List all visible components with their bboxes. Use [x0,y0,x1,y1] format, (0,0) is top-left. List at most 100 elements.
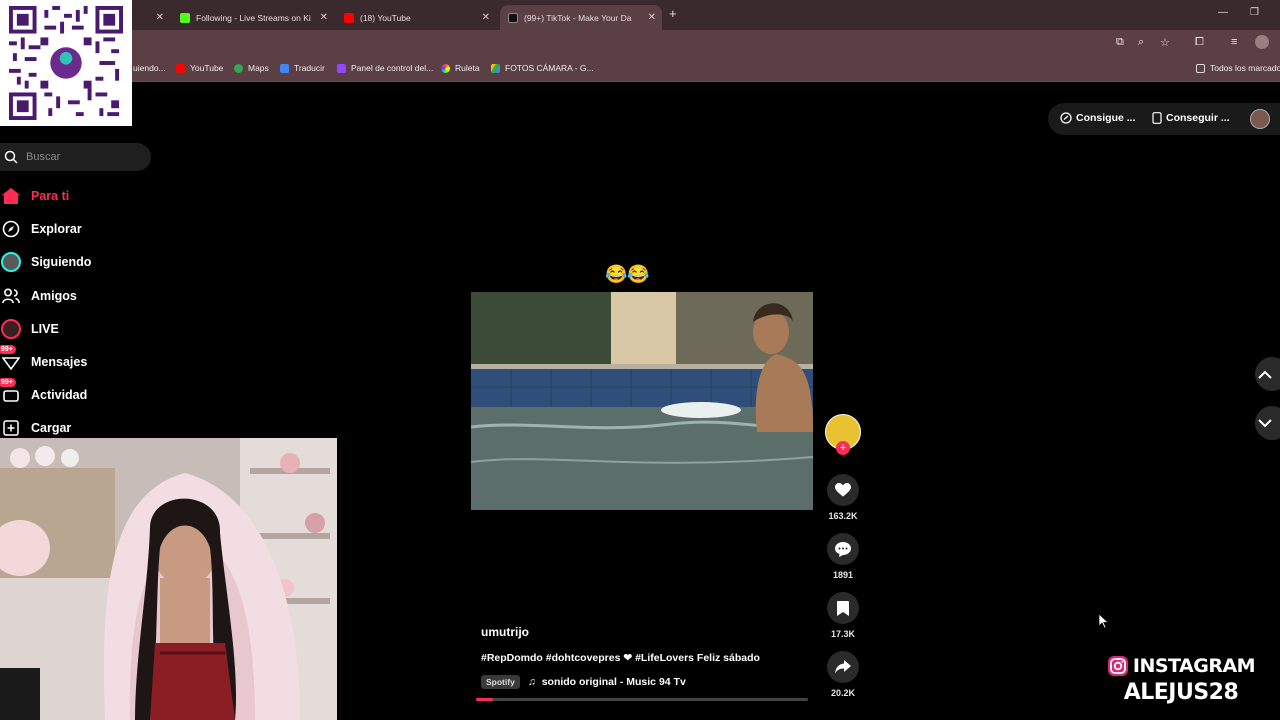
chevron-down-icon [1258,418,1272,427]
search-icon [4,150,18,164]
bookmark-maps[interactable]: Maps [234,63,269,73]
video-frame [471,292,813,510]
notification-badge: 99+ [0,345,16,354]
comment-icon [827,533,859,565]
profile-avatar[interactable] [1250,109,1270,129]
tab-kick[interactable]: Following - Live Streams on Ki ✕ [172,5,334,30]
tab-partial[interactable]: ✕ [130,5,170,30]
tab-title: (18) YouTube [360,12,411,23]
kick-icon [180,12,190,23]
sidebar-item-label: Explorar [31,222,82,236]
drive-icon [491,63,500,73]
sidebar-item-mensajes[interactable]: 99+ Mensajes [0,345,87,374]
sidebar-item-actividad[interactable]: 99+ Actividad [0,378,88,407]
tab-youtube[interactable]: (18) YouTube ✕ [336,5,496,30]
translate-icon [280,63,289,73]
friends-icon [0,285,22,307]
music-note-icon: ♫ [527,676,536,688]
yape-qr-code [0,0,132,126]
install-icon[interactable]: ⧉ [1116,36,1124,49]
tiktok-icon [508,12,518,23]
creator-avatar[interactable]: + [824,414,862,455]
streamer-webcam [0,438,337,720]
messages-icon: 99+ [0,345,22,373]
heart-icon [827,474,859,506]
notification-badge: 99+ [0,378,16,387]
share-button[interactable]: 20.2K [824,651,862,698]
restore-icon[interactable]: ❐ [1250,7,1259,18]
like-count: 163.2K [828,511,858,521]
zoom-icon[interactable]: ⌕ [1138,36,1144,49]
extensions-icon[interactable]: ⧠ [1195,36,1204,49]
star-icon[interactable]: ☆ [1160,36,1170,49]
video-caption-emoji: 😂😂 [605,264,650,284]
all-bookmarks[interactable]: Todos los marcado [1196,63,1280,73]
bookmarks-bar: uiendo... YouTube Maps Traducir Panel de… [0,57,1280,82]
music-row[interactable]: Spotify ♫ sonido original - Music 94 Tv [481,675,686,689]
tab-title: Following - Live Streams on Ki [196,12,311,23]
search-placeholder: Buscar [26,151,61,163]
follow-plus-icon[interactable]: + [836,441,850,455]
instagram-handle: ALEJUS28 [1123,680,1239,705]
panel-icon [337,63,346,73]
profile-avatar-icon[interactable] [1255,35,1269,49]
save-count: 17.3K [830,629,856,639]
webcam-image [0,438,337,720]
home-icon [0,185,22,207]
media-icon[interactable]: ≡ [1231,36,1237,48]
tab-title: (99+) TikTok - Make Your Da [524,12,632,23]
instagram-overlay: INSTAGRAM ALEJUS28 [1086,655,1276,705]
get-coins-button[interactable]: Consigue ... [1060,112,1136,124]
youtube-icon [176,63,185,73]
sidebar-item-label: Para ti [31,189,70,203]
sidebar-item-para-ti[interactable]: Para ti [0,184,69,208]
sidebar-item-label: Siguiendo [31,255,92,269]
video-author[interactable]: umutrijo [481,625,529,639]
close-tab-icon[interactable]: ✕ [156,12,164,23]
sidebar-item-label: LIVE [31,322,59,336]
address-bar[interactable] [0,30,1280,57]
bookmark-youtube[interactable]: YouTube [176,63,223,73]
next-video-button[interactable] [1255,406,1280,440]
chevron-up-icon [1258,370,1272,379]
previous-video-button[interactable] [1255,357,1280,391]
bookmark-item[interactable]: uiendo... [133,63,166,73]
get-app-button[interactable]: Conseguir ... [1152,112,1230,124]
tab-tiktok[interactable]: (99+) TikTok - Make Your Da ✕ [500,5,662,30]
close-tab-icon[interactable]: ✕ [648,12,656,23]
sidebar-item-explorar[interactable]: Explorar [0,217,82,241]
share-icon [827,651,859,683]
browser-tab-bar: ✕ Following - Live Streams on Ki ✕ (18) … [0,0,1280,30]
new-tab-plus-icon[interactable]: + [669,6,677,21]
compass-icon [0,218,22,240]
music-title: sonido original - Music 94 Tv [541,676,686,688]
mouse-cursor-icon [1099,614,1109,629]
bookmark-translate[interactable]: Traducir [280,63,325,73]
coin-icon [1060,112,1072,124]
sidebar-item-amigos[interactable]: Amigos [0,284,77,308]
search-input[interactable]: Buscar [0,143,151,171]
save-button[interactable]: 17.3K [824,592,862,639]
sidebar-item-label: Actividad [31,388,88,402]
progress-fill [476,698,493,701]
video-progress-bar[interactable] [476,698,808,701]
sidebar-item-label: Amigos [31,289,77,303]
comment-button[interactable]: 1891 [824,533,862,580]
maps-icon [234,63,243,73]
bookmark-panel[interactable]: Panel de control del... [337,63,433,73]
video-player[interactable] [471,292,813,510]
instagram-label: INSTAGRAM [1132,655,1256,677]
share-count: 20.2K [830,688,856,698]
video-caption: #RepDomdo #dohtcovepres ❤ #LifeLovers Fe… [481,652,760,664]
comment-count: 1891 [832,570,854,580]
sidebar-item-live[interactable]: LIVE [0,317,59,341]
close-tab-icon[interactable]: ✕ [320,12,328,23]
like-button[interactable]: 163.2K [824,474,862,521]
sidebar-item-cargar[interactable]: Cargar [0,416,71,440]
close-tab-icon[interactable]: ✕ [482,12,490,23]
sidebar-item-siguiendo[interactable]: Siguiendo [0,250,91,274]
minimize-icon[interactable]: — [1218,7,1228,18]
bookmark-ruleta[interactable]: Ruleta [441,63,480,73]
bookmark-drive[interactable]: FOTOS CÁMARA - G... [491,63,594,73]
spotify-badge[interactable]: Spotify [481,675,520,689]
